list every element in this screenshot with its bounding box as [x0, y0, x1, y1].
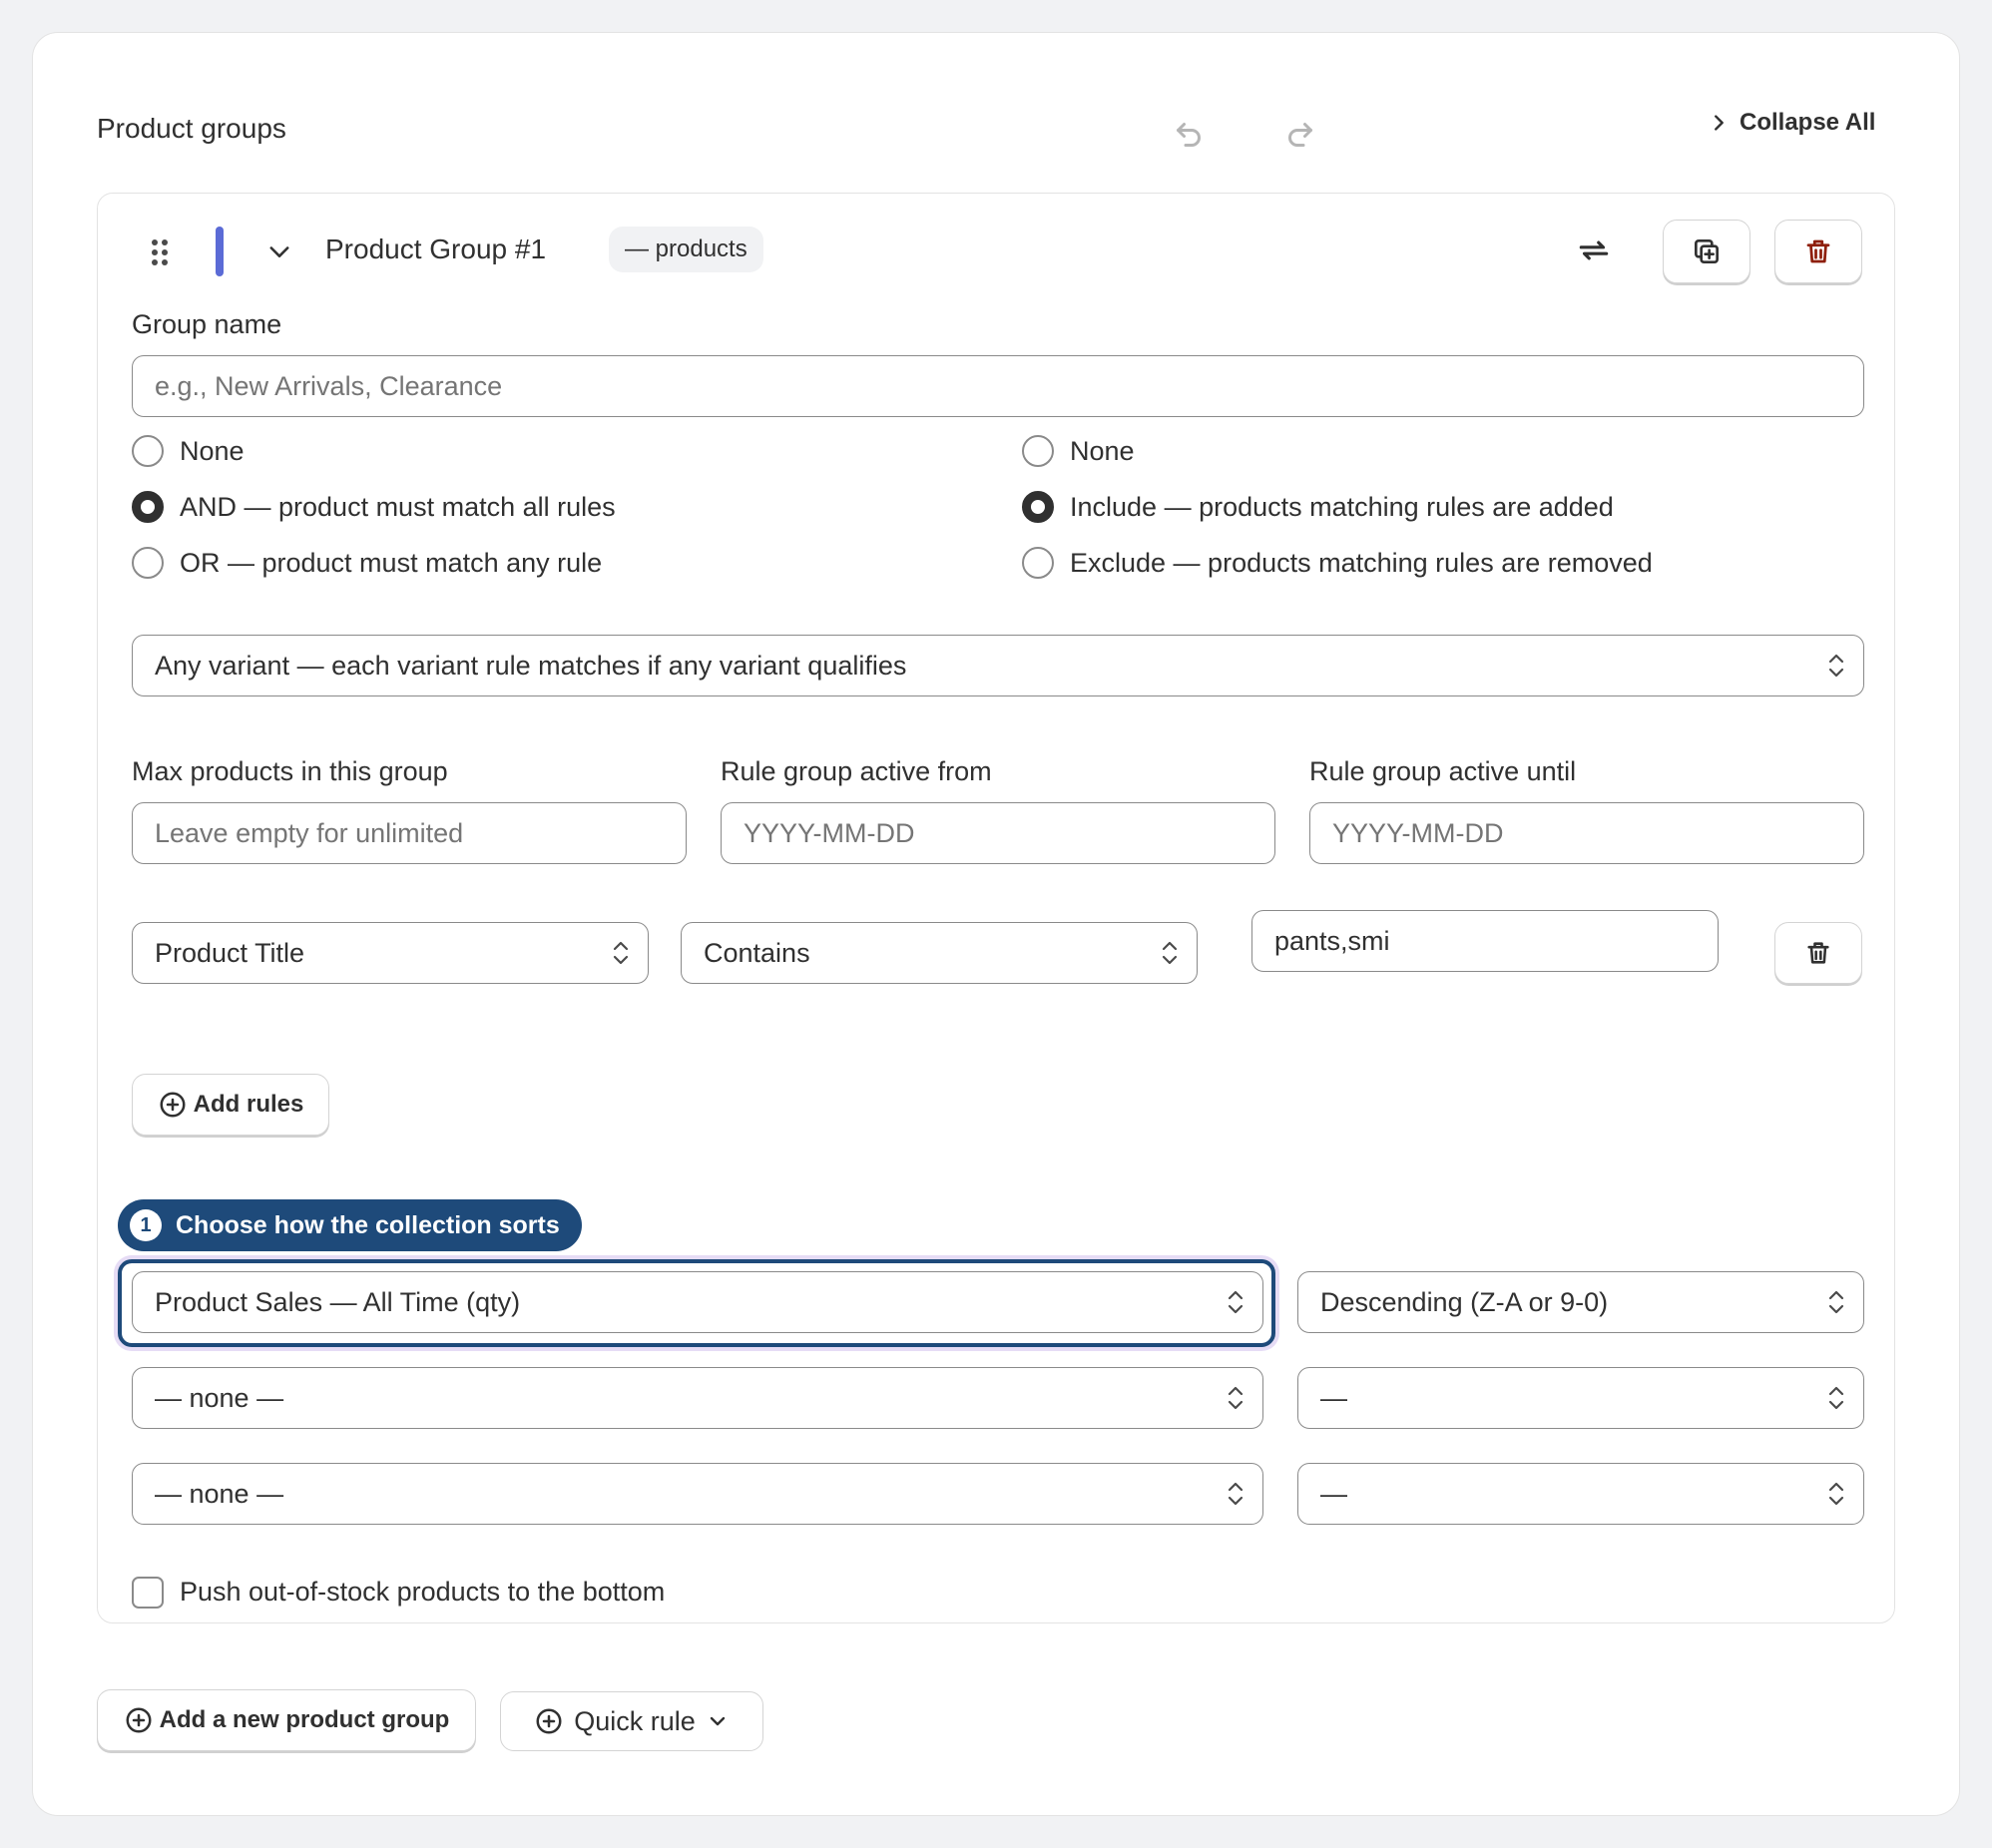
rule-operator-select[interactable]: Contains: [681, 922, 1198, 984]
sort-field-select-2[interactable]: — none —: [132, 1367, 1263, 1429]
sort-direction-select-1[interactable]: Descending (Z-A or 9-0): [1297, 1271, 1864, 1333]
max-products-input[interactable]: [132, 802, 687, 864]
sort-field-value: Product Sales — All Time (qty): [155, 1286, 521, 1317]
select-arrows-icon: [1827, 1287, 1845, 1317]
push-oos-checkbox[interactable]: [132, 1577, 164, 1609]
drag-handle-icon[interactable]: [150, 237, 170, 267]
sort-direction-value: Descending (Z-A or 9-0): [1320, 1286, 1609, 1317]
select-arrows-icon: [1827, 1479, 1845, 1509]
mode-none-radio[interactable]: [1022, 435, 1054, 467]
sort-direction-value: —: [1320, 1478, 1347, 1509]
plus-circle-icon: [158, 1090, 188, 1120]
select-arrows-icon: [1161, 938, 1179, 968]
tooltip-text: Choose how the collection sorts: [176, 1210, 560, 1239]
chevron-down-icon[interactable]: [265, 237, 293, 265]
mode-include-label: Include — products matching rules are ad…: [1070, 492, 1614, 522]
active-from-label: Rule group active from: [721, 756, 992, 786]
quick-rule-label: Quick rule: [574, 1705, 696, 1736]
sort-field-select-3[interactable]: — none —: [132, 1463, 1263, 1525]
plus-circle-icon: [534, 1706, 564, 1736]
mode-none-label: None: [1070, 436, 1135, 466]
match-none-radio[interactable]: [132, 435, 164, 467]
products-count-badge: — products: [609, 227, 763, 272]
match-or-label: OR — product must match any rule: [180, 548, 603, 578]
rule-value-input[interactable]: pants,smi: [1251, 910, 1719, 972]
rule-operator-value: Contains: [704, 937, 810, 968]
duplicate-group-button[interactable]: [1663, 220, 1750, 283]
match-or-radio[interactable]: [132, 547, 164, 579]
variant-match-select[interactable]: Any variant — each variant rule matches …: [132, 635, 1864, 696]
mode-exclude-radio[interactable]: [1022, 547, 1054, 579]
tooltip-step-number: 1: [130, 1209, 162, 1241]
duplicate-icon: [1691, 235, 1723, 267]
sort-field-value: — none —: [155, 1382, 284, 1413]
group-name-input[interactable]: [132, 355, 1864, 417]
add-rules-button[interactable]: Add rules: [132, 1074, 329, 1136]
product-groups-card: Product groups Collapse All Product Grou…: [32, 32, 1960, 1816]
chevron-right-icon: [1708, 112, 1730, 134]
max-products-label: Max products in this group: [132, 756, 448, 786]
match-none-label: None: [180, 436, 245, 466]
match-and-label: AND — product must match all rules: [180, 492, 616, 522]
refresh-icon[interactable]: [1575, 231, 1613, 269]
add-product-group-label: Add a new product group: [159, 1706, 450, 1733]
rule-field-value: Product Title: [155, 937, 305, 968]
select-arrows-icon: [1827, 1383, 1845, 1413]
trash-icon: [1804, 939, 1832, 967]
sort-direction-select-2[interactable]: —: [1297, 1367, 1864, 1429]
group-color-bar: [216, 227, 224, 276]
rule-field-select[interactable]: Product Title: [132, 922, 649, 984]
sort-tooltip: 1 Choose how the collection sorts: [118, 1199, 582, 1251]
active-from-input[interactable]: [721, 802, 1275, 864]
rule-value-text: pants,smi: [1274, 925, 1390, 956]
trash-icon: [1803, 236, 1833, 266]
product-group: Product Group #1 — products Group name e…: [97, 193, 1895, 1623]
group-name-label: Group name: [132, 309, 282, 339]
delete-rule-button[interactable]: [1774, 922, 1862, 984]
select-arrows-icon: [1827, 651, 1845, 681]
plus-circle-icon: [124, 1705, 154, 1735]
sort-field-value: — none —: [155, 1478, 284, 1509]
push-oos-label: Push out-of-stock products to the bottom: [180, 1577, 666, 1607]
page-title: Product groups: [97, 113, 286, 144]
sort-direction-value: —: [1320, 1382, 1347, 1413]
chevron-down-icon: [706, 1709, 730, 1733]
group-title: Product Group #1: [325, 233, 547, 264]
collapse-all-button[interactable]: Collapse All: [1708, 109, 1875, 137]
delete-group-button[interactable]: [1774, 220, 1862, 283]
match-and-radio[interactable]: [132, 491, 164, 523]
add-rules-label: Add rules: [193, 1091, 304, 1118]
add-product-group-button[interactable]: Add a new product group: [97, 1689, 476, 1751]
select-arrows-icon: [1227, 1383, 1245, 1413]
variant-match-value: Any variant — each variant rule matches …: [155, 650, 907, 681]
active-until-label: Rule group active until: [1309, 756, 1577, 786]
select-arrows-icon: [612, 938, 630, 968]
sort-field-select-1[interactable]: Product Sales — All Time (qty): [132, 1271, 1263, 1333]
redo-icon[interactable]: [1282, 117, 1318, 153]
undo-icon[interactable]: [1171, 117, 1207, 153]
select-arrows-icon: [1227, 1479, 1245, 1509]
sort-direction-select-3[interactable]: —: [1297, 1463, 1864, 1525]
collapse-all-label: Collapse All: [1740, 109, 1876, 136]
quick-rule-button[interactable]: Quick rule: [500, 1691, 763, 1751]
mode-include-radio[interactable]: [1022, 491, 1054, 523]
active-until-input[interactable]: [1309, 802, 1864, 864]
select-arrows-icon: [1227, 1287, 1245, 1317]
mode-exclude-label: Exclude — products matching rules are re…: [1070, 548, 1653, 578]
